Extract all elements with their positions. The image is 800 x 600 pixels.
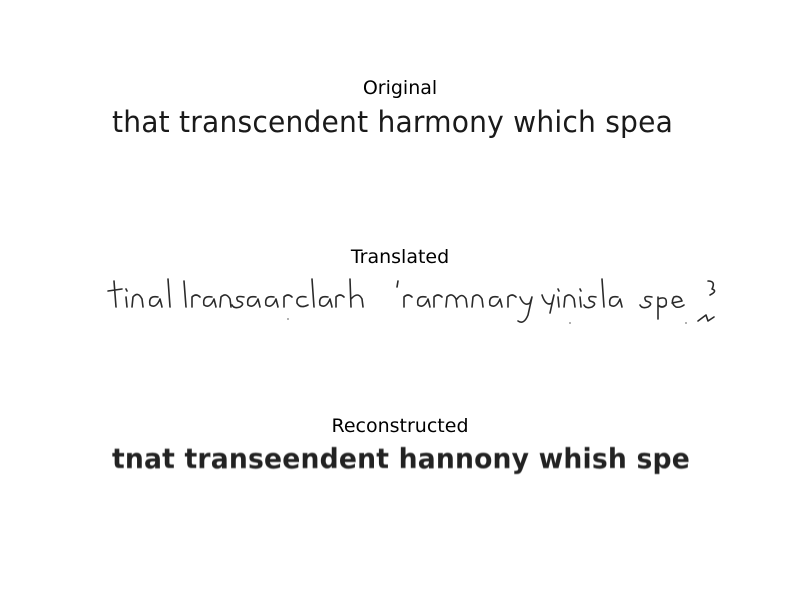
reconstructed-text-image: tnat transeendent hannony whish spe — [100, 440, 724, 478]
panel-title-reconstructed: Reconstructed — [331, 415, 469, 437]
handwriting-strokes — [107, 278, 716, 324]
original-text: that transcendent harmony which spea — [112, 105, 674, 139]
panel-title-translated: Translated — [350, 246, 450, 268]
translated-handwriting-image — [100, 267, 724, 327]
edge-fade — [704, 440, 724, 478]
reconstructed-text: tnat transeendent hannony whish spe — [112, 442, 690, 475]
original-text-image: that transcendent harmony which spea — [100, 104, 724, 144]
panel-title-original: Original — [362, 77, 438, 99]
